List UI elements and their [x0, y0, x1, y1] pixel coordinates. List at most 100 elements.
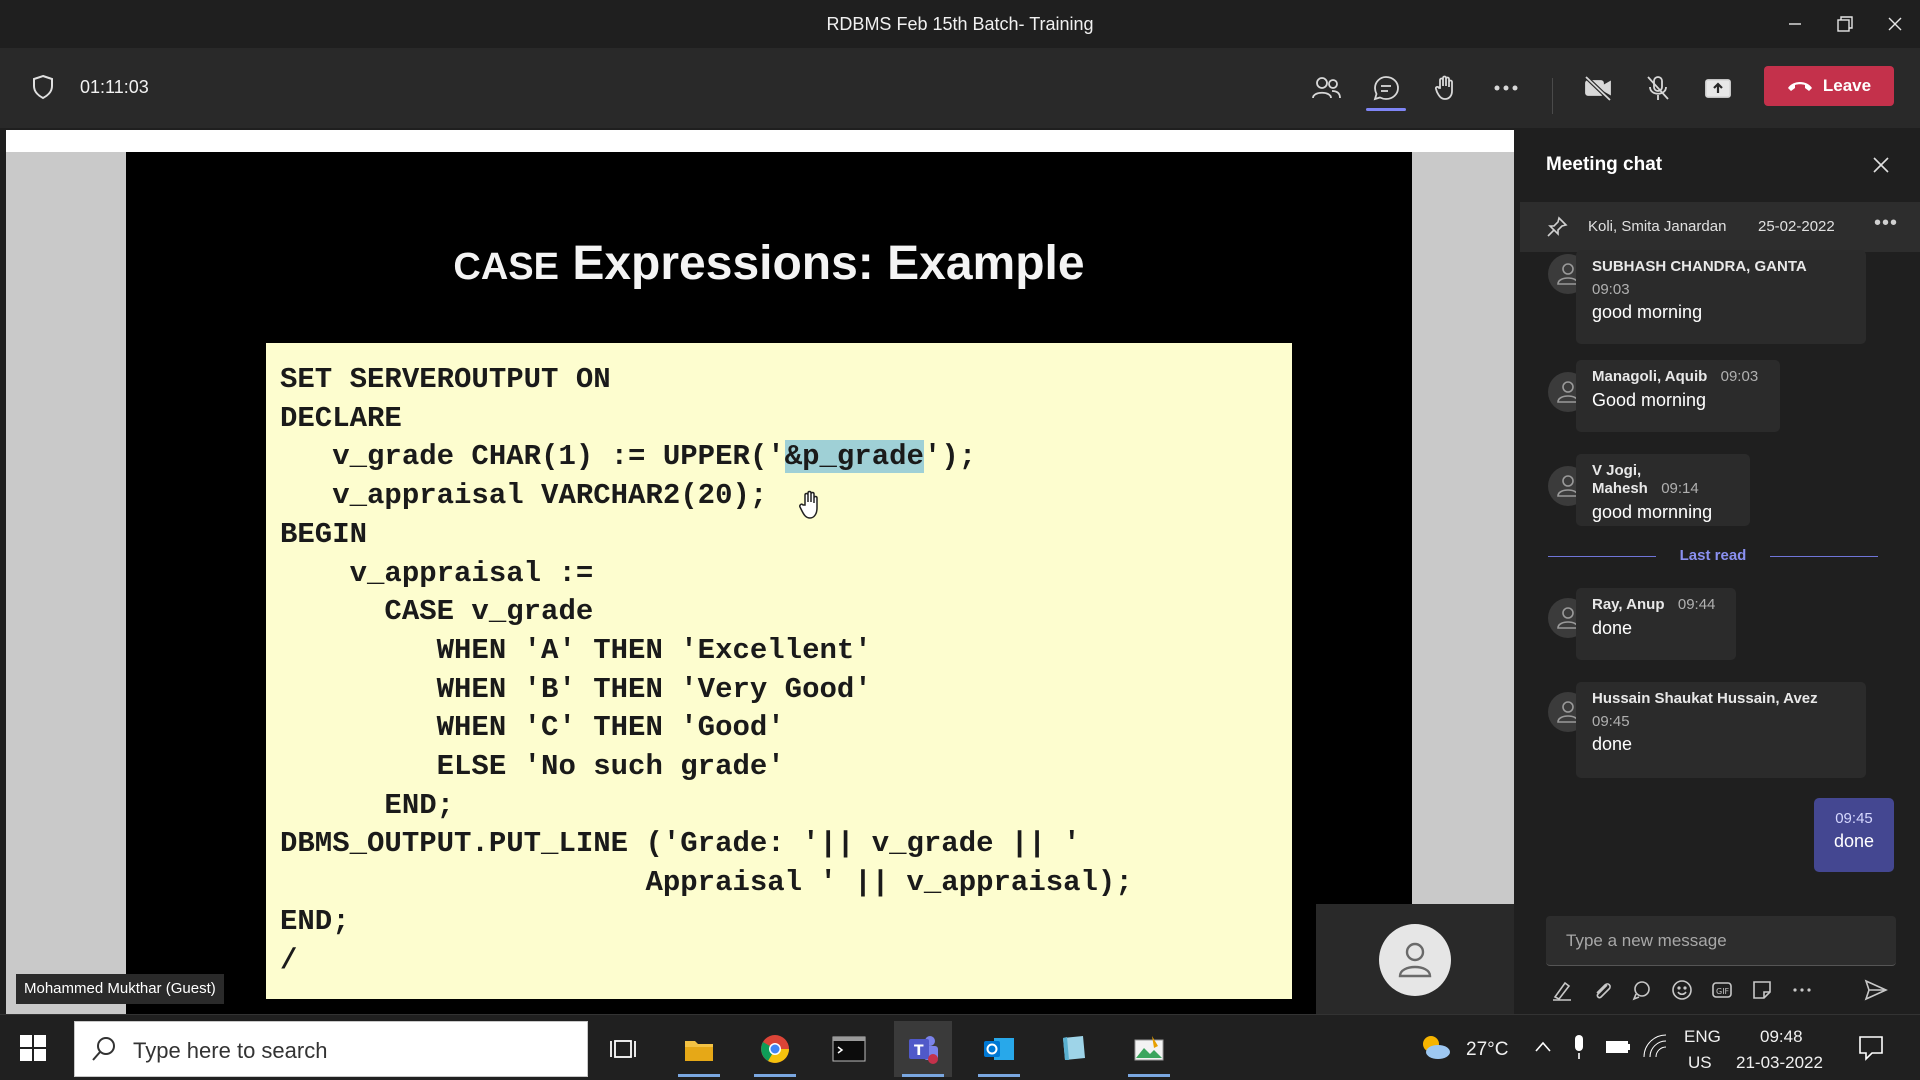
- windows-taskbar: Type here to search T 27°C ENG US 09:48 …: [0, 1014, 1920, 1080]
- reaction-hand-icon: [1434, 75, 1453, 100]
- shared-screen-toolbar-strip: [6, 130, 1514, 152]
- message-compose-field[interactable]: Type a new message: [1546, 916, 1896, 966]
- chat-message[interactable]: Ray, Anup 09:44 done: [1576, 588, 1736, 660]
- temperature[interactable]: 27°C: [1466, 1039, 1508, 1061]
- leave-button[interactable]: Leave: [1764, 66, 1894, 106]
- code-line-7: CASE v_grade: [280, 595, 594, 629]
- toolbar-divider: [1552, 78, 1553, 114]
- code-line-1: SET SERVEROUTPUT ON: [280, 363, 611, 396]
- code-line-6: v_appraisal :=: [280, 556, 594, 590]
- chat-button[interactable]: [1368, 70, 1404, 106]
- chrome-icon: [761, 1035, 789, 1063]
- attach-button[interactable]: [1590, 978, 1614, 1002]
- task-view-icon: [610, 1040, 636, 1058]
- outlook-app[interactable]: [970, 1021, 1028, 1077]
- chat-icon: [1373, 76, 1399, 101]
- wifi-icon[interactable]: [1642, 1033, 1668, 1059]
- paperclip-icon: [1596, 983, 1611, 999]
- emoji-button[interactable]: [1670, 978, 1694, 1002]
- chat-message[interactable]: Hussain Shaukat Hussain, Avez 09:45 done: [1576, 682, 1866, 778]
- chat-message[interactable]: Managoli, Aquib 09:03 Good morning: [1576, 360, 1780, 432]
- code-line-14: Appraisal ' || v_appraisal);: [280, 866, 1133, 900]
- leave-label: Leave: [1822, 76, 1872, 95]
- folder-icon: [685, 1041, 713, 1061]
- presenter-name-label: Mohammed Mukthar (Guest): [16, 974, 224, 1004]
- message-time: 09:44: [1677, 596, 1716, 613]
- language-indicator[interactable]: ENG: [1684, 1027, 1721, 1047]
- message-text: done: [1592, 734, 1633, 754]
- slide-title-keyword: CASE: [453, 246, 559, 288]
- ellipsis-icon: [1793, 988, 1811, 992]
- file-explorer-app[interactable]: [670, 1021, 728, 1077]
- clock-time[interactable]: 09:48: [1760, 1027, 1803, 1047]
- minimize-button[interactable]: [1780, 10, 1810, 38]
- pin-icon: [1547, 216, 1568, 237]
- svg-text:GIF: GIF: [1716, 987, 1730, 996]
- self-video-tile[interactable]: [1316, 904, 1514, 1014]
- notepad-icon: [1063, 1036, 1085, 1060]
- send-button[interactable]: [1864, 978, 1888, 1002]
- pinned-message-bar[interactable]: Koli, Smita Janardan 25-02-2022 •••: [1520, 202, 1920, 252]
- message-time: 09:14: [1661, 480, 1699, 497]
- running-indicator: [1128, 1074, 1170, 1077]
- task-view-button[interactable]: [594, 1021, 652, 1077]
- share-screen-button[interactable]: [1700, 70, 1736, 106]
- format-button[interactable]: [1550, 978, 1574, 1002]
- notifications-icon[interactable]: [1858, 1035, 1884, 1061]
- keyboard-layout[interactable]: US: [1688, 1053, 1712, 1073]
- reactions-button[interactable]: [1428, 70, 1464, 106]
- gif-button[interactable]: GIF: [1710, 978, 1734, 1002]
- restore-icon: [1837, 16, 1853, 32]
- slide-title-text: Expressions: Example: [559, 237, 1085, 290]
- chrome-app[interactable]: [746, 1021, 804, 1077]
- more-options-button[interactable]: [1790, 978, 1814, 1002]
- close-chat-button[interactable]: [1866, 150, 1896, 180]
- my-chat-message[interactable]: 09:45 done: [1814, 798, 1894, 872]
- loop-button[interactable]: [1630, 978, 1654, 1002]
- presentation-slide: CASE Expressions: Example SET SERVEROUTP…: [126, 152, 1412, 1014]
- meeting-timer: 01:11:03: [80, 77, 149, 97]
- paint-app[interactable]: [1120, 1021, 1178, 1077]
- last-read-divider: Last read: [1548, 546, 1878, 566]
- window-title: RDBMS Feb 15th Batch- Training: [826, 14, 1094, 34]
- close-icon: [1873, 157, 1889, 173]
- close-window-button[interactable]: [1880, 10, 1910, 38]
- ellipsis-icon: [1494, 85, 1518, 91]
- sticker-button[interactable]: [1750, 978, 1774, 1002]
- active-tab-indicator: [1366, 108, 1406, 111]
- running-indicator: [678, 1074, 720, 1077]
- send-icon: [1864, 979, 1888, 1001]
- code-line-12: END;: [280, 788, 455, 822]
- pinned-author: Koli, Smita Janardan: [1588, 218, 1727, 235]
- restore-button[interactable]: [1830, 10, 1860, 38]
- battery-icon[interactable]: [1604, 1035, 1632, 1059]
- chevron-up-icon[interactable]: [1534, 1039, 1552, 1053]
- microphone-tray-icon[interactable]: [1572, 1033, 1586, 1061]
- chat-title: Meeting chat: [1546, 154, 1663, 175]
- format-pen-icon: [1553, 981, 1571, 1001]
- minimize-icon: [1789, 23, 1801, 25]
- outlook-icon: [984, 1038, 1014, 1060]
- more-actions-button[interactable]: [1488, 70, 1524, 106]
- participants-button[interactable]: [1308, 70, 1344, 106]
- hang-up-icon: [1787, 82, 1812, 91]
- chat-message[interactable]: SUBHASH CHANDRA, GANTA 09:03 good mornin…: [1576, 250, 1866, 344]
- weather-icon[interactable]: [1418, 1033, 1452, 1061]
- terminal-app[interactable]: [820, 1021, 878, 1077]
- windows-logo-icon: [20, 1035, 46, 1061]
- emoji-icon: [1672, 980, 1692, 1000]
- notepad-app[interactable]: [1044, 1021, 1102, 1077]
- message-time: 09:45: [1835, 810, 1873, 827]
- camera-toggle-button[interactable]: [1580, 70, 1616, 106]
- chat-message[interactable]: V Jogi, Mahesh 09:14 good mornning: [1576, 454, 1750, 526]
- pinned-more-options[interactable]: •••: [1874, 212, 1898, 235]
- mic-toggle-button[interactable]: [1640, 70, 1676, 106]
- taskbar-search-box[interactable]: Type here to search: [74, 1021, 588, 1077]
- message-author: V Jogi, Mahesh: [1592, 462, 1648, 497]
- code-line-16: /: [280, 943, 298, 977]
- teams-app[interactable]: T: [894, 1021, 952, 1077]
- start-button[interactable]: [20, 1035, 46, 1066]
- message-text: done: [1592, 618, 1633, 638]
- meeting-toolbar: 01:11:03: [0, 48, 1920, 128]
- clock-date[interactable]: 21-03-2022: [1736, 1053, 1823, 1073]
